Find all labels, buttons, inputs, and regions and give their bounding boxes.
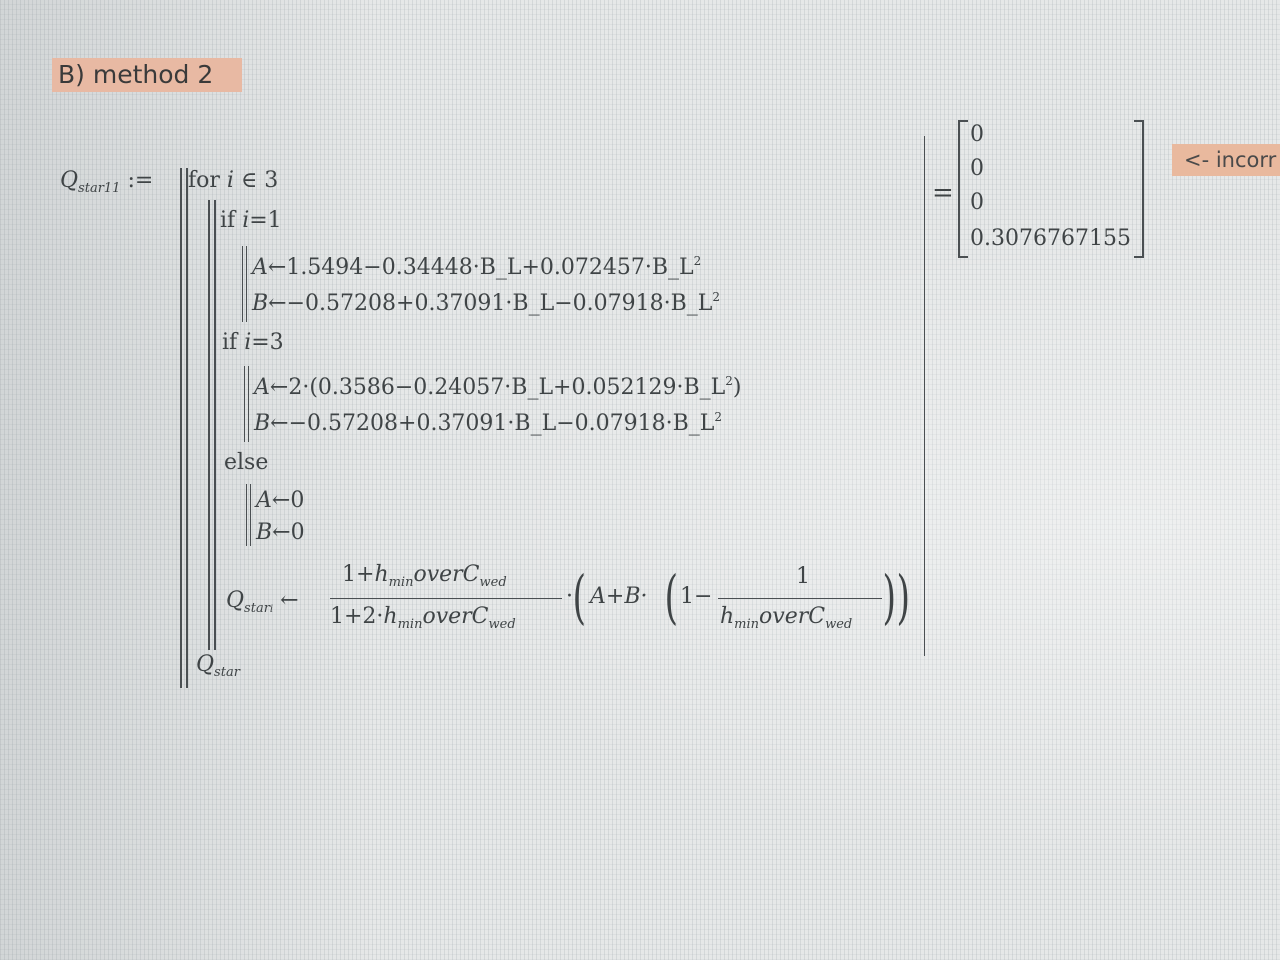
lhs-var: Q <box>60 168 79 193</box>
if1-assign-b[interactable]: B←−0.57208+0.37091·B_L−0.07918·B_L2 <box>252 290 720 316</box>
if2-assign-a[interactable]: A←2·(0.3586−0.24057·B_L+0.052129·B_L2) <box>254 374 741 400</box>
l1-b-var: B <box>252 291 269 316</box>
qstar-sub-index: i <box>269 604 274 615</box>
result-value: 0.3076767155 <box>970 226 1131 251</box>
l2-b-expr: ←−0.57208+0.37091·B_L−0.07918·B_L <box>270 411 715 436</box>
frac2-num-text: 1 <box>796 564 810 589</box>
if2-keyword: if <box>222 330 238 355</box>
else-assign-b[interactable]: B←0 <box>256 520 305 545</box>
else-body-bar <box>246 484 247 546</box>
loop-var: i <box>226 168 234 193</box>
for-body-bar <box>208 200 210 650</box>
l3-b-expr: ←0 <box>272 520 305 545</box>
for-keyword: for <box>188 168 220 193</box>
assign-op: := <box>127 168 154 193</box>
l2-b-var: B <box>254 411 271 436</box>
if1-body-bar-2 <box>246 246 247 322</box>
lhs-sub: star11 <box>78 181 121 196</box>
if1-body-bar <box>242 246 243 322</box>
qstar-assign-lhs[interactable]: Qstari ← <box>226 588 299 616</box>
region-divider <box>924 136 925 656</box>
outer-paren-close: ) <box>896 563 911 631</box>
fraction1-numerator[interactable]: 1+hminoverCwed <box>342 562 507 590</box>
program-bar-outer-2 <box>186 168 188 688</box>
num-h: h <box>374 562 389 587</box>
frac2-h: h <box>720 604 735 629</box>
screen-glare <box>0 0 1280 960</box>
l2-b-square: 2 <box>714 410 723 424</box>
section-label[interactable]: B) method 2 <box>52 58 242 92</box>
l2-a-expr: ←2·(0.3586−0.24057·B_L+0.052129·B_L <box>269 375 726 400</box>
frac2-wed: wed <box>825 617 853 632</box>
l1-a-square: 2 <box>693 254 702 268</box>
if2-cond: =3 <box>251 330 284 355</box>
if2-assign-b[interactable]: B←−0.57208+0.37091·B_L−0.07918·B_L2 <box>254 410 722 436</box>
frac2-over: overC <box>759 604 826 629</box>
l3-a-var: A <box>256 488 272 513</box>
num-h-sub: min <box>388 575 414 590</box>
result-bracket-right <box>1134 120 1144 258</box>
fraction2-numerator[interactable]: 1 <box>796 564 810 589</box>
in-op: ∈ <box>240 168 258 193</box>
minus-text: − <box>694 584 713 609</box>
fraction2-denominator[interactable]: hminoverCwed <box>720 604 852 632</box>
num-over: overC <box>413 562 480 587</box>
else-keyword: else <box>224 450 269 475</box>
outer-paren-open: ( <box>572 563 587 631</box>
den-h: h <box>383 604 398 629</box>
result-bracket-left <box>958 120 968 258</box>
else-body-bar-2 <box>250 484 251 546</box>
num-wed: wed <box>479 575 507 590</box>
if2-body-bar-2 <box>248 366 249 442</box>
for-line[interactable]: for i ∈ 3 <box>188 168 278 193</box>
den-wed: wed <box>488 617 516 632</box>
if1-assign-a[interactable]: A←1.5494−0.34448·B_L+0.072457·B_L2 <box>252 254 701 280</box>
fraction1-line <box>330 598 562 599</box>
num-one: 1+ <box>342 562 375 587</box>
one-minus[interactable]: 1− <box>680 584 712 609</box>
fraction1-denominator[interactable]: 1+2·hminoverCwed <box>330 604 516 632</box>
l2-a-close: ) <box>732 375 742 400</box>
else-assign-a[interactable]: A←0 <box>256 488 304 513</box>
program-bar-outer <box>180 168 182 688</box>
inner-paren-open: ( <box>664 563 679 631</box>
for-body-bar-2 <box>214 200 216 650</box>
fraction2-line <box>718 598 882 599</box>
qstar-var: Q <box>226 588 245 613</box>
one-text: 1 <box>680 584 694 609</box>
frac2-h-sub: min <box>734 617 760 632</box>
if2-body-bar <box>244 366 245 442</box>
result-eq: = <box>932 178 954 208</box>
if1-cond: =1 <box>249 208 282 233</box>
if1-line[interactable]: if i=1 <box>220 208 282 233</box>
l1-a-expr: ←1.5494−0.34448·B_L+0.072457·B_L <box>267 255 694 280</box>
l3-a-expr: ←0 <box>271 488 305 513</box>
loop-range: 3 <box>264 168 279 193</box>
l1-b-square: 2 <box>712 290 721 304</box>
return-var: Q <box>196 652 215 677</box>
l3-b-var: B <box>256 520 273 545</box>
paren-inner[interactable]: A+B· <box>590 584 647 609</box>
if2-line[interactable]: if i=3 <box>222 330 284 355</box>
definition-lhs[interactable]: Qstar11 := <box>60 168 153 196</box>
l1-a-var: A <box>252 255 268 280</box>
l1-b-expr: ←−0.57208+0.37091·B_L−0.07918·B_L <box>268 291 713 316</box>
qstar-sub: star <box>244 601 270 616</box>
den-one-two: 1+2· <box>330 604 384 629</box>
result-value: 0 <box>970 190 984 215</box>
inner-paren-close: ) <box>882 563 897 631</box>
qstar-arrow: ← <box>280 588 299 613</box>
return-sub: star <box>214 665 240 680</box>
result-value: 0 <box>970 156 984 181</box>
return-value[interactable]: Qstar <box>196 652 240 680</box>
note-label[interactable]: <- incorr <box>1172 144 1280 176</box>
if1-keyword: if <box>220 208 236 233</box>
else-line[interactable]: else <box>224 450 268 475</box>
den-over: overC <box>422 604 489 629</box>
result-value: 0 <box>970 122 984 147</box>
l2-a-square: 2 <box>725 374 733 388</box>
den-h-sub: min <box>397 617 423 632</box>
l2-a-var: A <box>254 375 270 400</box>
paren-inner-text: A+B· <box>590 584 648 609</box>
